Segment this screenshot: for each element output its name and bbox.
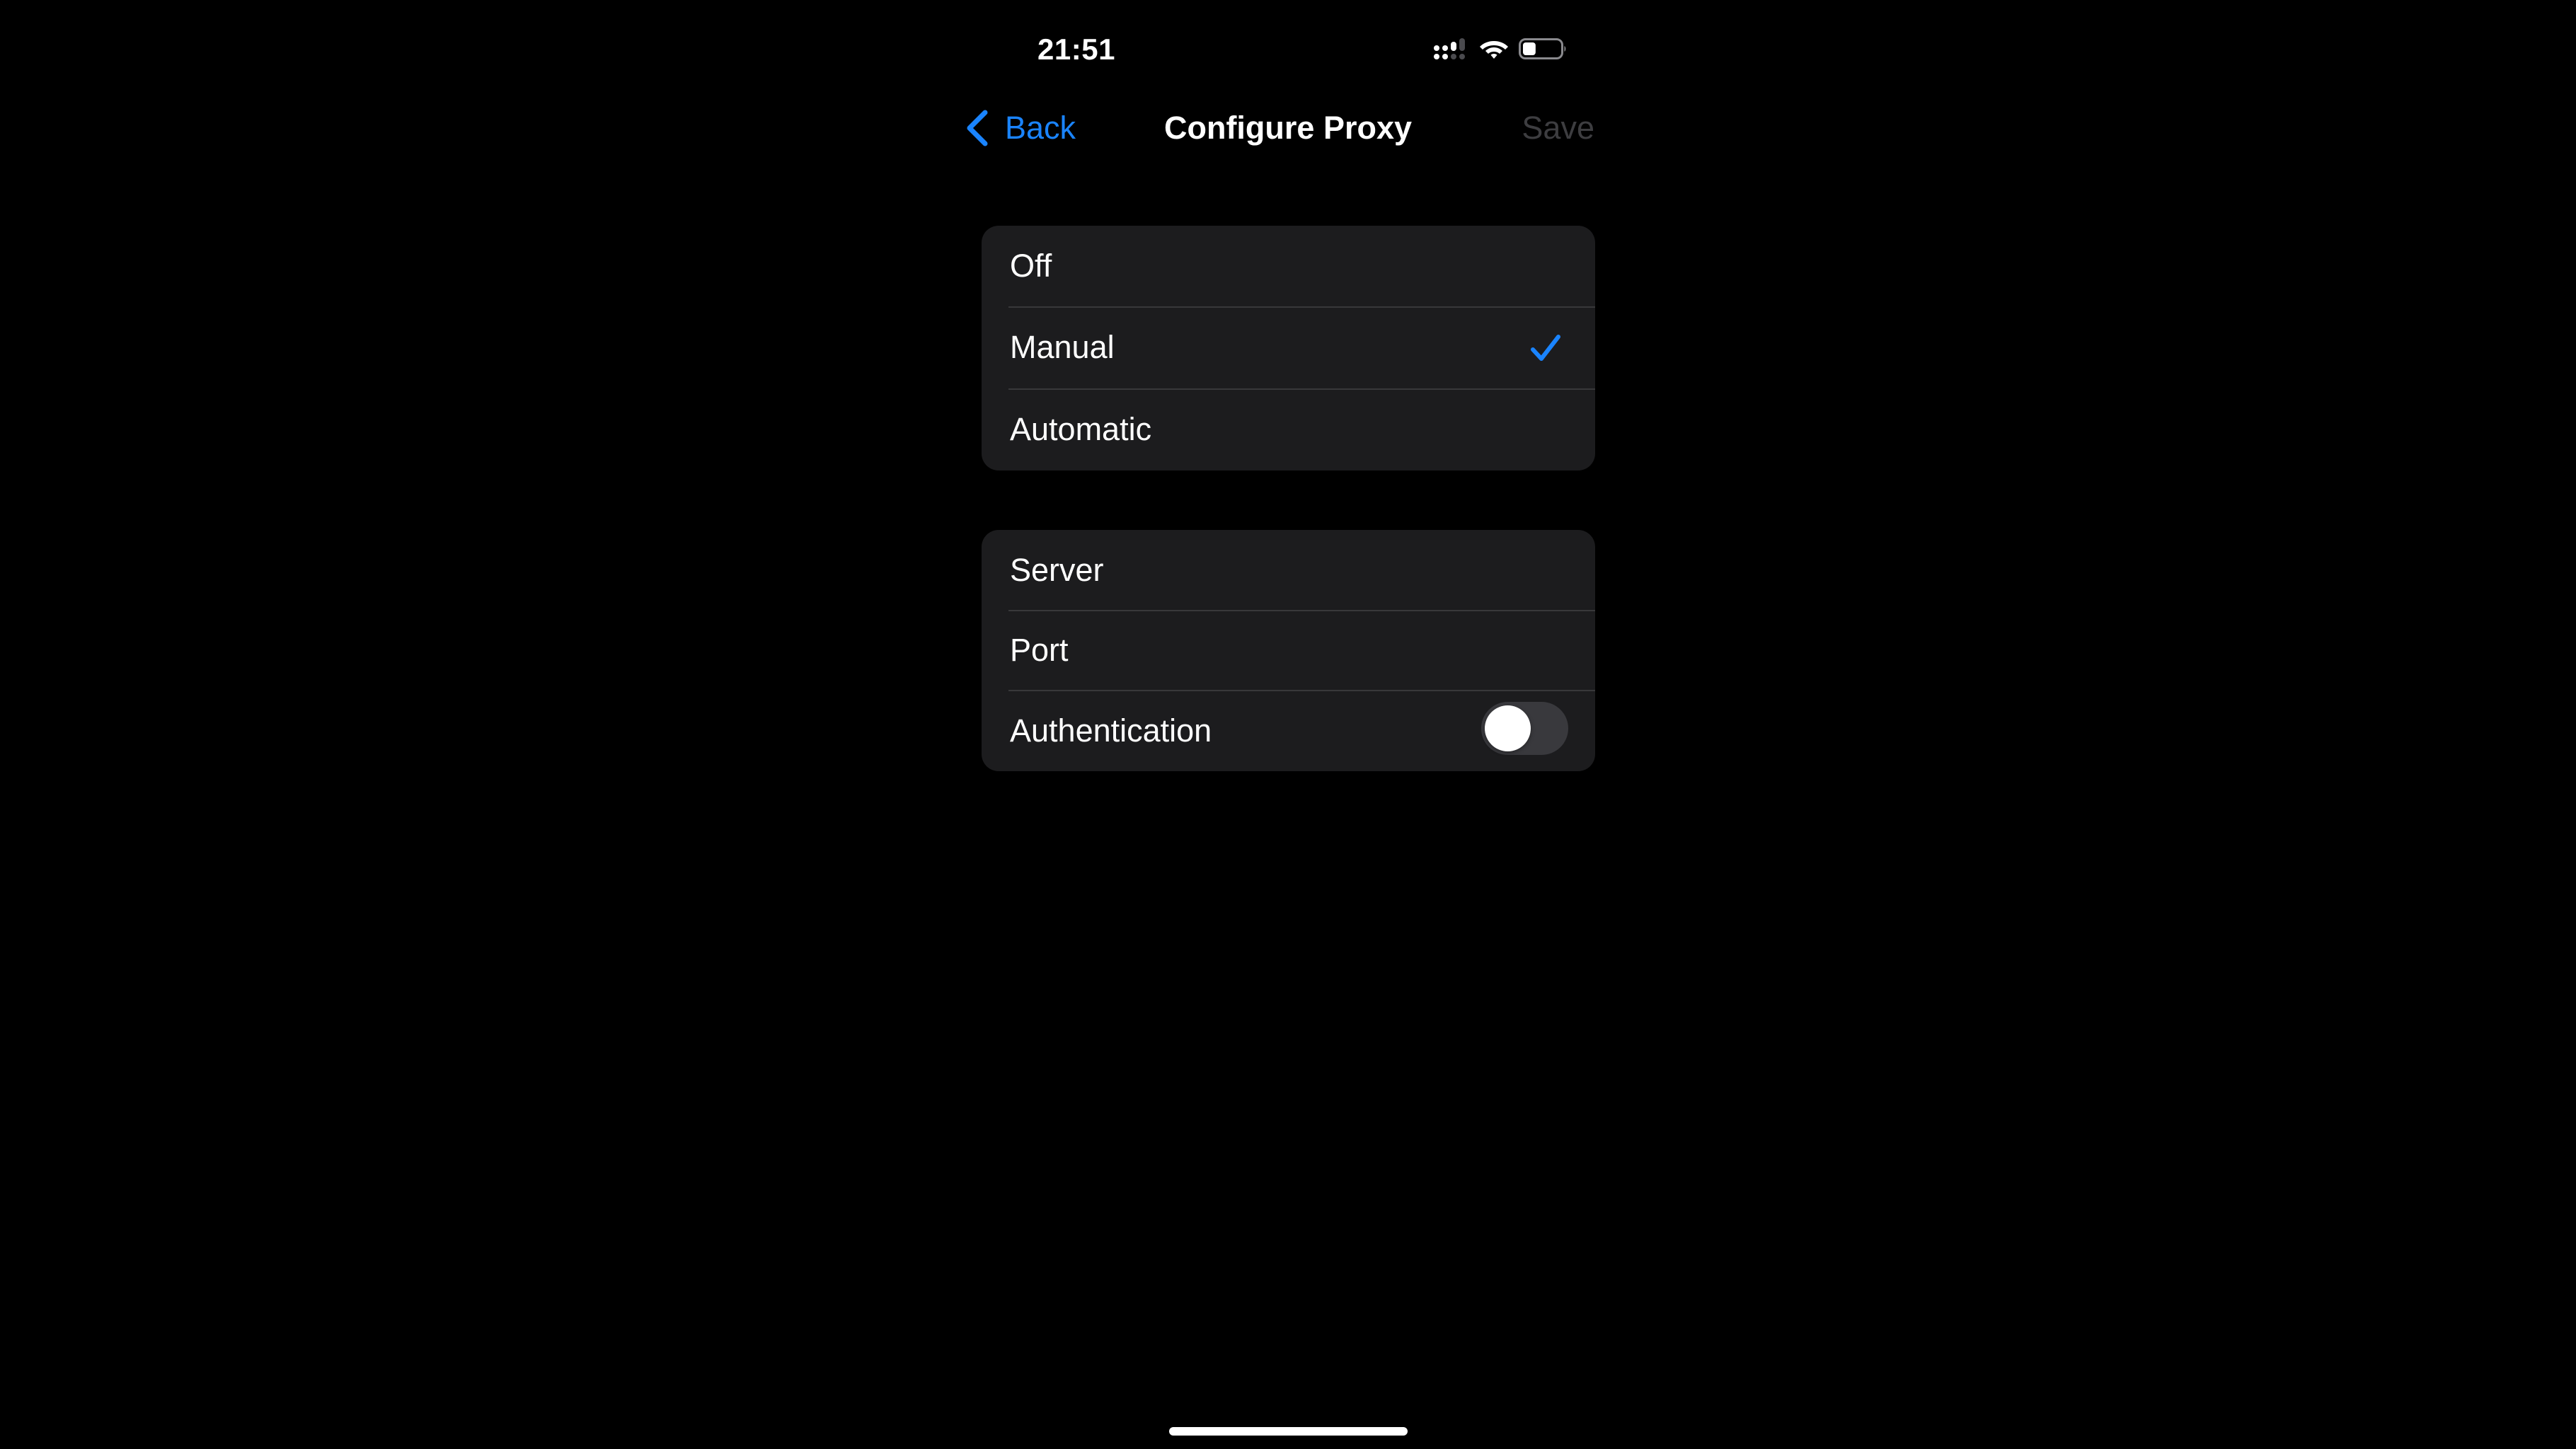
toggle-knob[interactable] <box>1485 705 1531 751</box>
proxy-mode-option-off[interactable]: Off <box>982 226 1595 306</box>
signal-bar <box>1451 42 1456 51</box>
server-label: Server <box>1010 551 1104 588</box>
back-label: Back <box>1005 110 1076 146</box>
home-indicator[interactable] <box>1169 1427 1408 1436</box>
signal-bar <box>1434 45 1439 51</box>
signal-dot <box>1459 54 1465 59</box>
option-label: Off <box>1010 248 1052 284</box>
authentication-row: Authentication <box>982 690 1595 771</box>
signal-bar <box>1442 45 1448 51</box>
server-input[interactable] <box>1194 550 1567 589</box>
cellular-signal-icon <box>1434 38 1465 59</box>
server-row[interactable]: Server <box>982 530 1595 610</box>
port-label: Port <box>1010 631 1069 668</box>
back-button[interactable]: Back <box>964 105 1076 151</box>
port-row[interactable]: Port <box>982 610 1595 690</box>
signal-dot <box>1442 54 1448 59</box>
page-title: Configure Proxy <box>1163 110 1413 146</box>
authentication-toggle[interactable] <box>1481 702 1568 755</box>
status-time: 21:51 <box>1037 33 1115 66</box>
save-button[interactable]: Save <box>1500 105 1594 151</box>
manual-proxy-settings: Server Port Authentication <box>982 530 1595 771</box>
authentication-label: Authentication <box>1010 712 1212 749</box>
signal-bar <box>1459 38 1465 51</box>
checkmark-icon <box>1531 335 1560 361</box>
proxy-mode-option-manual[interactable]: Manual <box>982 306 1595 388</box>
port-input[interactable] <box>1194 630 1567 669</box>
signal-dot <box>1434 54 1439 59</box>
chevron-left-icon <box>967 110 988 146</box>
wifi-icon <box>1480 41 1508 59</box>
battery-level-fill <box>1523 42 1536 55</box>
option-label: Manual <box>1010 329 1115 365</box>
signal-dot <box>1451 54 1456 59</box>
proxy-mode-list: Off Manual Automatic <box>982 226 1595 471</box>
proxy-mode-option-automatic[interactable]: Automatic <box>982 388 1595 471</box>
option-label: Automatic <box>1010 411 1152 447</box>
battery-icon <box>1519 38 1566 59</box>
